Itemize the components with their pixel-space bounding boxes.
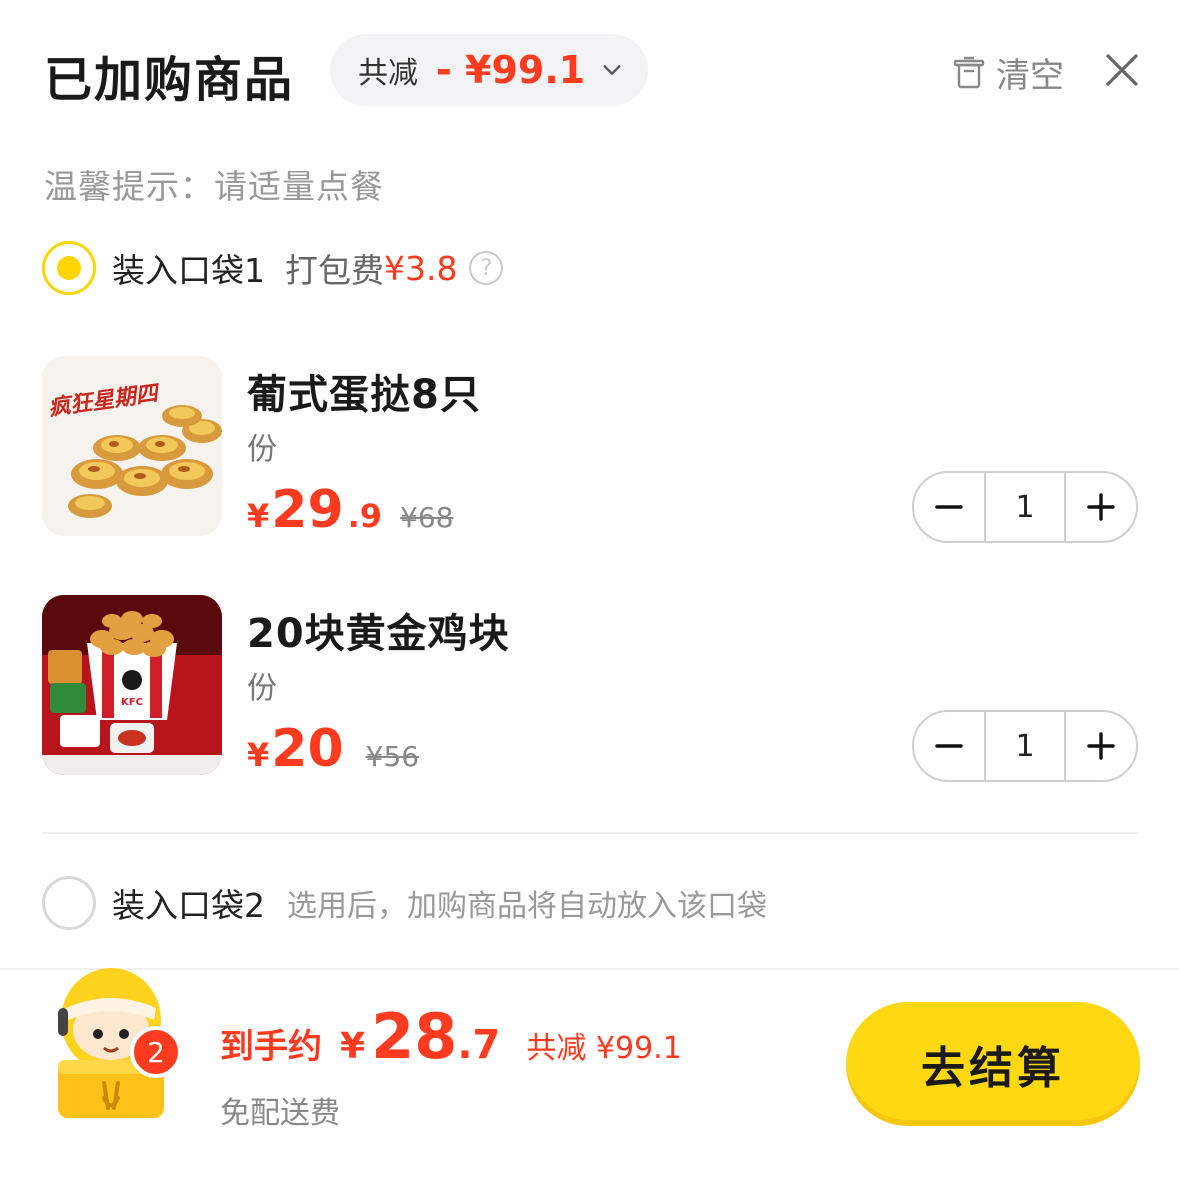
quantity-value[interactable]: 1 xyxy=(984,473,1066,541)
bag-2-name: 装入口袋2 xyxy=(112,886,265,925)
page-title: 已加购商品 xyxy=(44,52,295,108)
help-icon[interactable]: ? xyxy=(469,251,504,285)
delivery-fee-text: 免配送费 xyxy=(220,1096,340,1131)
cart-sheet: 已加购商品 共减 - ¥99.1 清空 温馨提示：请适量点餐 装入口袋1 打包费… xyxy=(0,0,1179,1183)
quantity-stepper: 1 xyxy=(912,471,1138,543)
product-price: ¥ 29 .9 ¥68 xyxy=(247,480,454,540)
bag-2-radio[interactable] xyxy=(42,876,96,930)
product-unit: 份 xyxy=(247,671,277,706)
total-label: 到手约 xyxy=(220,1027,322,1067)
discount-label: 共减 xyxy=(358,56,418,91)
decrease-button[interactable] xyxy=(914,473,984,541)
minus-icon xyxy=(935,744,963,748)
quantity-value[interactable]: 1 xyxy=(984,712,1066,780)
clear-label: 清空 xyxy=(996,56,1064,96)
bag-1-radio[interactable] xyxy=(42,241,96,295)
product-price: ¥ 20 ¥56 xyxy=(247,719,420,779)
trash-icon xyxy=(953,56,985,88)
increase-button[interactable] xyxy=(1066,473,1136,541)
close-icon[interactable] xyxy=(1104,52,1140,88)
cart-item: 疯狂星期四 葡式蛋挞8只 份 ¥ 29 .9 ¥68 1 xyxy=(42,356,1138,543)
bag-2-hint: 选用后，加购商品将自动放入该口袋 xyxy=(287,889,767,924)
product-image-chicken-nuggets[interactable]: KFC xyxy=(42,595,222,775)
plus-icon xyxy=(1087,732,1115,760)
quantity-stepper: 1 xyxy=(912,710,1138,782)
discount-summary-button[interactable]: 共减 - ¥99.1 xyxy=(330,34,648,106)
bag-2-row[interactable]: 装入口袋2 选用后，加购商品将自动放入该口袋 xyxy=(42,876,767,930)
tip-text: 温馨提示：请适量点餐 xyxy=(44,167,384,206)
bag-1-row[interactable]: 装入口袋1 打包费 ¥3.8 ? xyxy=(42,241,504,295)
product-image-egg-tart[interactable]: 疯狂星期四 xyxy=(42,356,222,536)
clear-cart-button[interactable]: 清空 xyxy=(952,48,1064,97)
bag-1-name: 装入口袋1 xyxy=(112,251,265,290)
packing-fee-label: 打包费 xyxy=(285,251,384,290)
cart-count-badge: 2 xyxy=(130,1026,182,1078)
checkout-bar: 2 到手约 ¥ 28 .7 共减 ¥99.1 免配送费 去结算 xyxy=(0,968,1179,1183)
thumb-label: KFC xyxy=(121,697,143,708)
total-saved: 共减 ¥99.1 xyxy=(526,1031,682,1066)
original-price: ¥56 xyxy=(365,740,420,773)
packing-fee-amount: ¥3.8 xyxy=(384,248,458,288)
product-name: 20块黄金鸡块 xyxy=(247,611,510,657)
discount-amount: - ¥99.1 xyxy=(436,48,586,92)
cart-item: KFC 20块黄金鸡块 份 ¥ 20 ¥56 1 xyxy=(42,595,1138,782)
original-price: ¥68 xyxy=(400,501,454,534)
product-unit: 份 xyxy=(247,432,277,467)
product-name: 葡式蛋挞8只 xyxy=(247,372,481,418)
plus-icon xyxy=(1087,493,1115,521)
checkout-button[interactable]: 去结算 xyxy=(846,1002,1140,1126)
divider xyxy=(42,832,1138,834)
total-price: 到手约 ¥ 28 .7 共减 ¥99.1 xyxy=(220,1000,682,1073)
minus-icon xyxy=(935,505,963,509)
chevron-down-icon xyxy=(603,65,621,75)
increase-button[interactable] xyxy=(1066,712,1136,780)
decrease-button[interactable] xyxy=(914,712,984,780)
